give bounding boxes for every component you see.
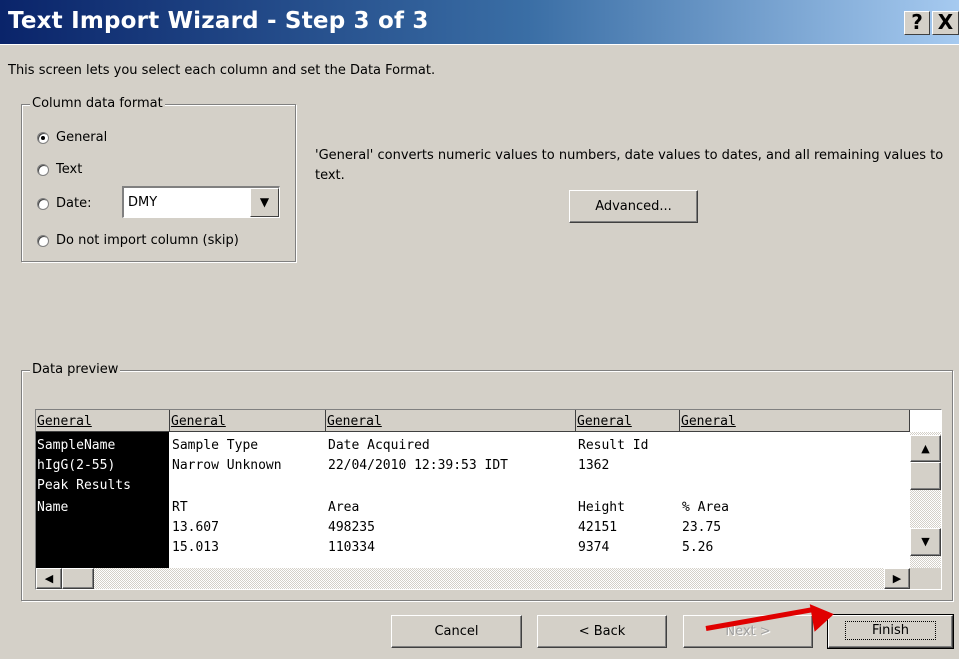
data-preview-label: Data preview (30, 362, 121, 377)
scroll-thumb[interactable] (62, 568, 94, 589)
annotation-arrow-icon (809, 600, 837, 632)
horizontal-scrollbar[interactable]: ◀ ▶ (36, 568, 910, 589)
column-header[interactable]: General (680, 410, 910, 432)
advanced-button[interactable]: Advanced... (569, 190, 698, 223)
radio-button[interactable] (37, 197, 49, 210)
finish-button[interactable]: Finish (827, 614, 954, 649)
column-header[interactable]: General (576, 410, 680, 432)
chevron-down-icon[interactable]: ▼ (250, 188, 279, 217)
radio-button[interactable] (37, 131, 49, 144)
radio-label: Do not import column (skip) (56, 233, 239, 248)
radio-general[interactable]: General (37, 130, 107, 145)
preview-body: SampleName Sample Type Date Acquired Res… (36, 432, 910, 568)
radio-text[interactable]: Text (37, 162, 82, 177)
data-preview-grid[interactable]: General General General General General … (35, 409, 942, 590)
radio-button[interactable] (37, 234, 49, 247)
table-row: Name RT Area Height % Area (37, 500, 729, 515)
scroll-up-icon[interactable]: ▲ (910, 435, 941, 462)
scrollbar-corner (910, 568, 941, 589)
format-description: 'General' converts numeric values to num… (315, 148, 944, 183)
radio-label: Date: (56, 196, 92, 211)
radio-label: General (56, 130, 108, 145)
column-format-label: Column data format (30, 96, 165, 111)
scroll-down-icon[interactable]: ▼ (910, 528, 941, 556)
close-button[interactable]: X (932, 11, 959, 35)
window-title: Text Import Wizard - Step 3 of 3 (8, 8, 429, 34)
table-row: SampleName Sample Type Date Acquired Res… (37, 438, 649, 453)
date-format-value: DMY (128, 195, 158, 210)
date-format-select[interactable]: DMY ▼ (122, 186, 280, 218)
cancel-button[interactable]: Cancel (391, 615, 522, 648)
preview-header: General General General General General (36, 410, 910, 432)
radio-label: Text (56, 162, 83, 177)
back-button[interactable]: < Back (537, 615, 667, 648)
radio-skip[interactable]: Do not import column (skip) (37, 233, 239, 248)
column-header[interactable]: General (36, 410, 170, 432)
title-bar: Text Import Wizard - Step 3 of 3 ? X (0, 0, 959, 45)
table-row: Peak Results (37, 478, 131, 493)
scroll-left-icon[interactable]: ◀ (36, 568, 62, 589)
scroll-thumb[interactable] (910, 462, 941, 490)
column-header[interactable]: General (170, 410, 326, 432)
column-header[interactable]: General (326, 410, 576, 432)
vertical-scrollbar[interactable]: ▲ ▼ (910, 432, 941, 568)
table-row: 13.607 498235 42151 23.75 (172, 520, 722, 535)
table-row: 15.013 110334 9374 5.26 (172, 540, 714, 555)
radio-date[interactable]: Date: (37, 196, 91, 211)
help-button[interactable]: ? (904, 11, 930, 35)
radio-button[interactable] (37, 163, 49, 176)
scroll-right-icon[interactable]: ▶ (884, 568, 910, 589)
table-row: hIgG(2-55) Narrow Unknown 22/04/2010 12:… (37, 458, 610, 473)
intro-text: This screen lets you select each column … (8, 63, 436, 78)
